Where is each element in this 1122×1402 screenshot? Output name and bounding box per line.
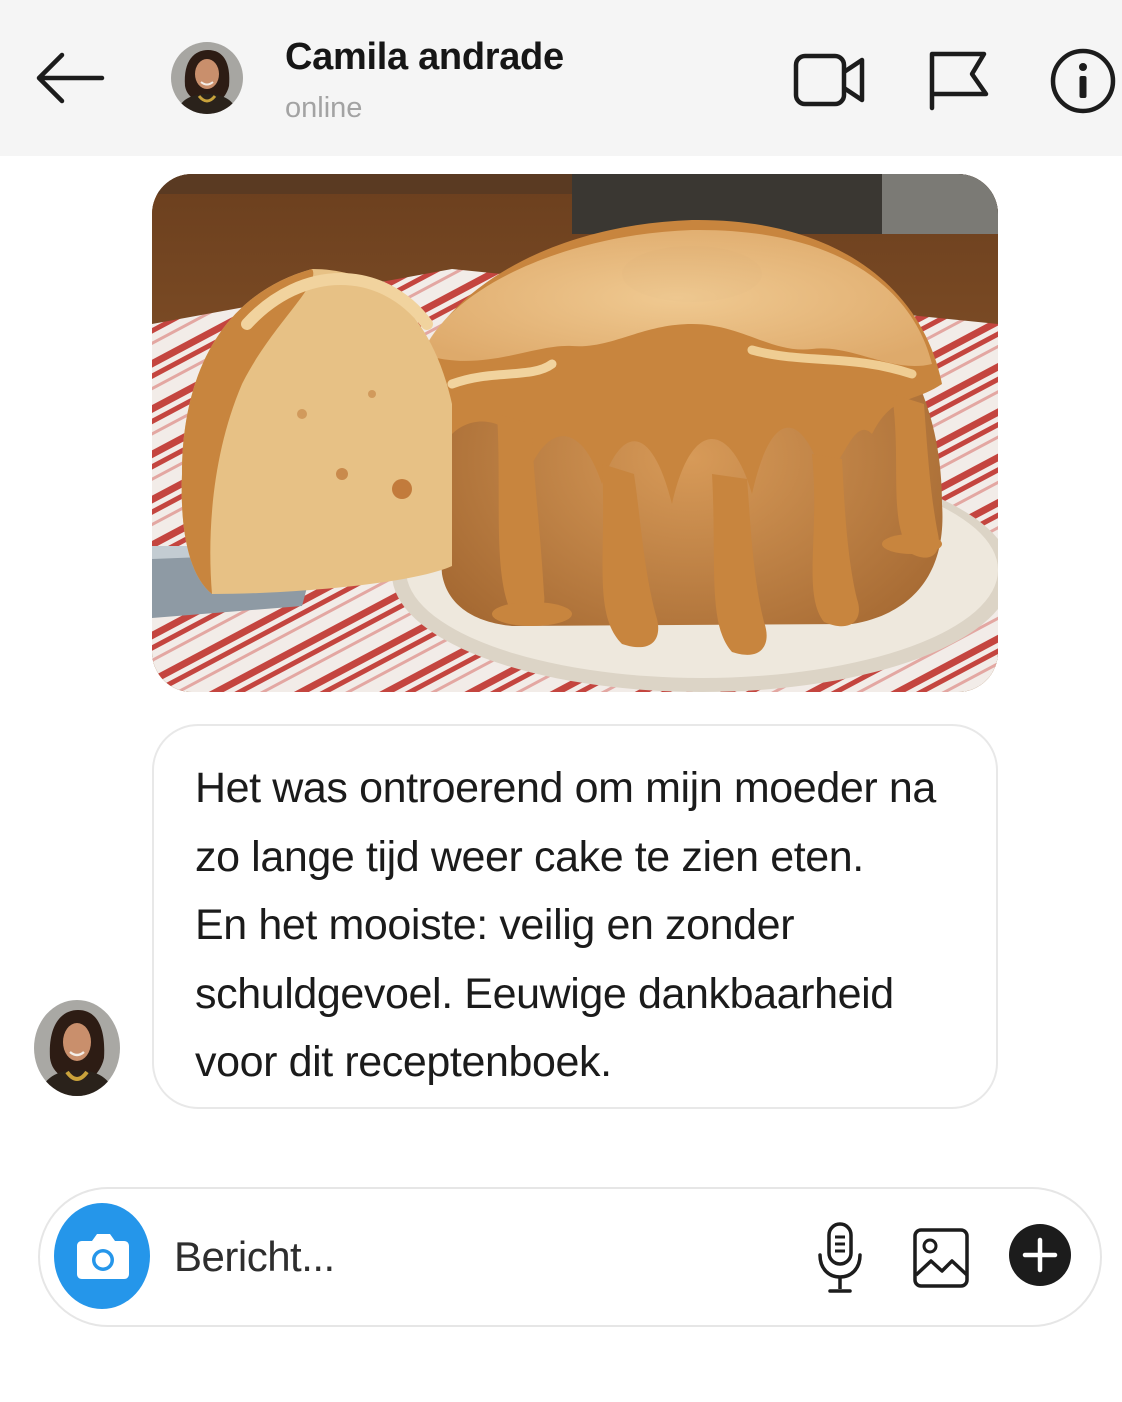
- message-input[interactable]: [174, 1227, 774, 1287]
- flag-icon: [929, 51, 989, 111]
- chat-header: Camila andrade online: [0, 0, 1122, 156]
- camera-icon: [77, 1234, 129, 1279]
- message-composer: [38, 1187, 1102, 1327]
- contact-name[interactable]: Camila andrade: [285, 36, 564, 79]
- info-icon: [1050, 48, 1116, 114]
- message-line: zo lange tijd weer cake te zien eten.: [195, 832, 864, 881]
- report-button[interactable]: [924, 48, 990, 112]
- message-line: En het mooiste: veilig en zonder: [195, 901, 795, 949]
- voice-message-button[interactable]: [816, 1221, 864, 1295]
- image-icon: [913, 1228, 969, 1288]
- camera-button[interactable]: [54, 1203, 150, 1309]
- arrow-left-icon: [36, 52, 105, 104]
- photo-message[interactable]: [152, 174, 998, 692]
- video-call-button[interactable]: [792, 50, 866, 110]
- cake-photo: [152, 174, 998, 692]
- contact-avatar[interactable]: [171, 42, 243, 114]
- sender-avatar[interactable]: [34, 1000, 120, 1096]
- text-message-bubble[interactable]: Het was ontroerend om mijn moeder na zo …: [152, 724, 998, 1109]
- plus-icon: [1009, 1224, 1071, 1286]
- message-line: schuldgevoel. Eeuwige dankbaarheid: [195, 969, 894, 1018]
- gallery-button[interactable]: [912, 1227, 970, 1289]
- back-button[interactable]: [32, 48, 106, 108]
- contact-status: online: [285, 92, 363, 124]
- add-attachment-button[interactable]: [1008, 1223, 1072, 1287]
- message-line: Het was ontroerend om mijn moeder na: [195, 764, 936, 812]
- message-line: voor dit receptenboek.: [195, 1038, 612, 1086]
- info-button[interactable]: [1048, 46, 1118, 116]
- microphone-icon: [818, 1222, 862, 1293]
- video-camera-icon: [793, 53, 865, 107]
- chat-screen: Camila andrade online Het was ontroerend…: [0, 0, 1122, 1402]
